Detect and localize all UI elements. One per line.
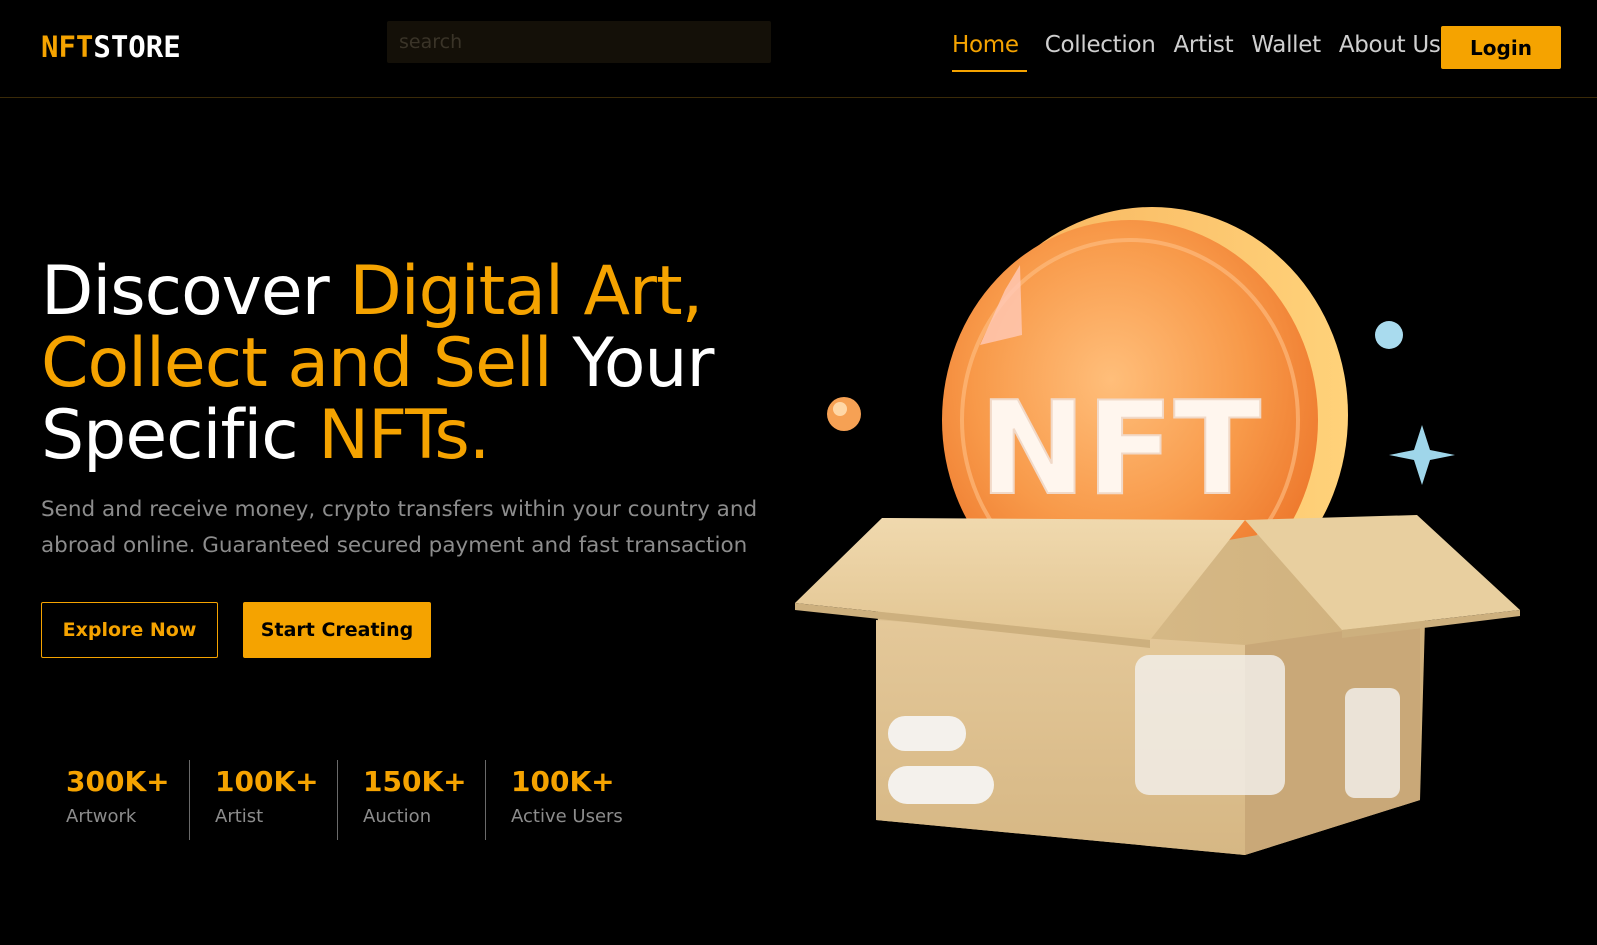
stat-value: 100K+: [511, 765, 615, 798]
nav-home[interactable]: Home: [952, 28, 1027, 72]
stat-auction: 150K+ Auction: [337, 760, 485, 840]
stat-value: 100K+: [215, 765, 319, 798]
hero-title-part-6: NFTs.: [318, 396, 490, 475]
stat-label: Auction: [363, 806, 432, 827]
box-icon: [795, 515, 1520, 855]
stat-label: Artwork: [66, 806, 137, 827]
hero-title-part-5: Specific: [41, 396, 319, 475]
navbar: NFTSTORE Home Collection Artist Wallet A…: [0, 0, 1597, 98]
stat-artist: 100K+ Artist: [189, 760, 337, 840]
blue-dot-icon: [1375, 321, 1403, 349]
hero-title-part-2: Digital Art,: [349, 252, 703, 331]
nav-links: Home Collection Artist Wallet About Us: [952, 28, 1459, 72]
hero-title-part-4: Your: [551, 324, 714, 403]
hero-title-part-3: Collect and Sell: [41, 324, 553, 403]
logo-rest: STORE: [93, 30, 181, 64]
search-input[interactable]: [387, 21, 771, 63]
stat-active-users: 100K+ Active Users: [485, 760, 633, 840]
nav-collection[interactable]: Collection: [1045, 28, 1156, 70]
stats: 300K+ Artwork 100K+ Artist 150K+ Auction…: [41, 760, 633, 840]
nav-wallet[interactable]: Wallet: [1251, 28, 1321, 70]
hero-description: Send and receive money, crypto transfers…: [41, 497, 758, 558]
start-creating-button[interactable]: Start Creating: [243, 602, 431, 658]
stat-value: 150K+: [363, 765, 467, 798]
nav-artist[interactable]: Artist: [1174, 28, 1234, 70]
hero-title: Discover Digital Art, Collect and Sell Yo…: [41, 256, 781, 472]
stat-value: 300K+: [66, 765, 170, 798]
nft-coin-label: NFT: [979, 375, 1261, 524]
stat-label: Artist: [215, 806, 264, 827]
nft-box-illustration: NFT: [795, 207, 1520, 855]
login-button[interactable]: Login: [1441, 26, 1561, 69]
sparkle-icon: [1389, 425, 1455, 485]
nav-about-us[interactable]: About Us: [1339, 28, 1441, 70]
hero-title-part-1: Discover: [41, 252, 350, 331]
stat-label: Active Users: [511, 806, 623, 827]
page: NFTSTORE Home Collection Artist Wallet A…: [0, 0, 1597, 945]
explore-now-button[interactable]: Explore Now: [41, 602, 218, 658]
stat-artwork: 300K+ Artwork: [41, 760, 189, 840]
orange-ball-icon: [827, 397, 861, 431]
logo-accent: NFT: [41, 30, 94, 64]
logo[interactable]: NFTSTORE: [41, 30, 181, 64]
